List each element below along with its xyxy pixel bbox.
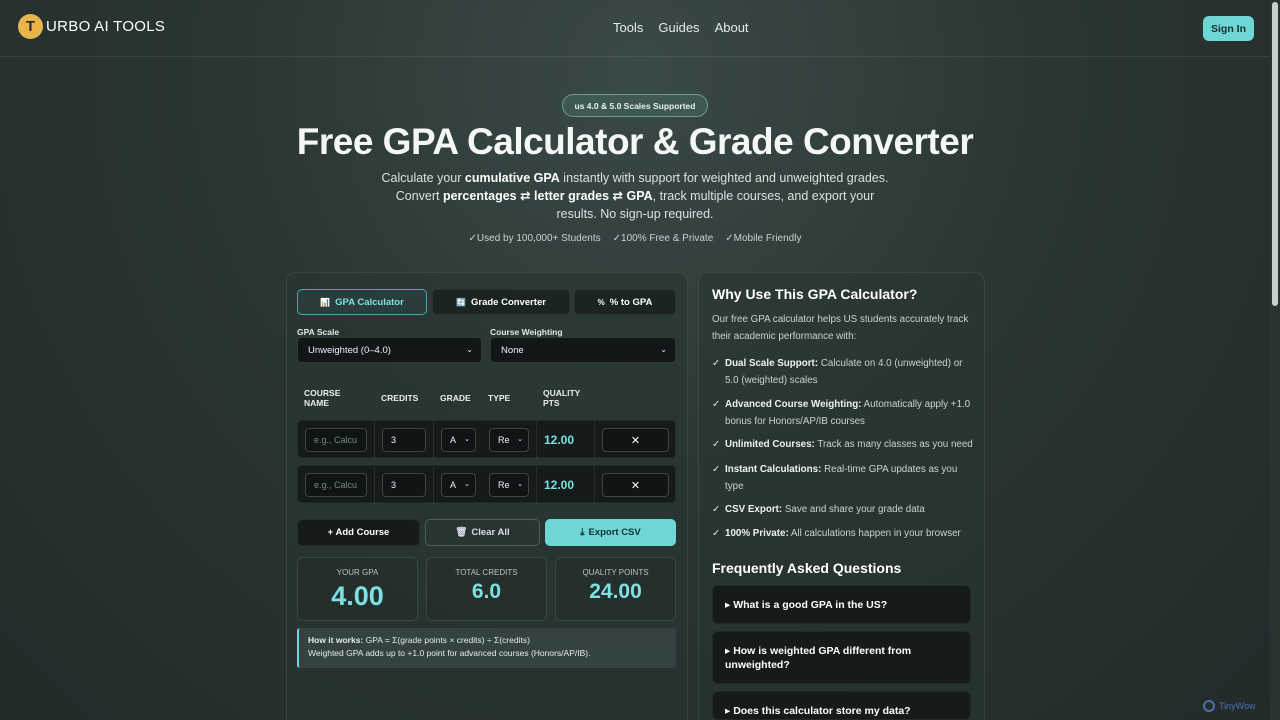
course-name-input[interactable]: e.g., Calcu — [305, 473, 367, 497]
faq-item[interactable]: ▸ What is a good GPA in the US? — [712, 585, 971, 624]
why-use-heading: Why Use This GPA Calculator? — [712, 286, 918, 302]
tab-grade-converter[interactable]: 🔄 Grade Converter — [432, 289, 570, 315]
gpa-result-value: 4.00 — [331, 581, 384, 611]
convert-icon: 🔄 — [456, 297, 466, 307]
nav-tools[interactable]: Tools — [613, 20, 643, 35]
type-select[interactable]: Re ⌄ — [489, 428, 529, 452]
chevron-down-icon: ⌄ — [466, 345, 473, 354]
quality-points-label: Quality Points — [582, 568, 649, 577]
row-divider — [433, 466, 434, 504]
how-it-works-note: How it works: GPA = Σ(grade points × cre… — [297, 628, 676, 668]
trust-item: ✓100% Free & Private — [612, 233, 714, 244]
chevron-down-icon: ⌄ — [464, 436, 470, 443]
delete-row-button[interactable]: ✕ — [602, 428, 669, 452]
logo[interactable]: T URBO AI TOOLS — [18, 14, 165, 39]
col-credits: Credits — [381, 393, 419, 403]
chevron-down-icon: ⌄ — [660, 345, 667, 354]
check-icon: ✓ — [712, 504, 721, 515]
watermark-icon — [1203, 700, 1215, 712]
col-quality-pts: Quality Pts — [543, 388, 581, 408]
trust-badges: ✓Used by 100,000+ Students ✓100% Free & … — [0, 233, 1270, 244]
export-csv-button[interactable]: ⤓ Export CSV — [545, 519, 676, 546]
chevron-down-icon: ⌄ — [517, 481, 523, 488]
scrollbar-thumb[interactable] — [1272, 2, 1278, 306]
chevron-down-icon: ⌄ — [517, 436, 523, 443]
trust-item: ✓Mobile Friendly — [725, 233, 802, 244]
course-weighting-label: Course Weighting — [490, 327, 563, 337]
row-divider — [594, 466, 595, 504]
tab-percent-to-gpa[interactable]: % % to GPA — [574, 289, 676, 315]
feature-item: ✓ Unlimited Courses: Track as many classe… — [712, 437, 974, 454]
trust-item: ✓Used by 100,000+ Students — [468, 233, 601, 244]
gpa-result-card: Your GPA 4.00 — [297, 557, 418, 621]
col-course-name: Course Name — [304, 388, 341, 408]
credits-input[interactable]: 3 — [382, 473, 426, 497]
clear-all-button[interactable]: 🗑 Clear All — [425, 519, 540, 546]
watermark: TinyWow — [1203, 700, 1256, 712]
quality-points-total: 24.00 — [589, 580, 642, 603]
check-icon: ✓ — [712, 439, 721, 450]
logo-text: URBO AI TOOLS — [46, 18, 166, 35]
col-type: Type — [488, 393, 511, 403]
percent-icon: % — [597, 297, 605, 307]
close-icon: ✕ — [630, 434, 641, 447]
scales-badge: us 4.0 & 5.0 Scales Supported — [562, 94, 708, 117]
row-divider — [433, 421, 434, 459]
grade-select[interactable]: A ⌄ — [441, 473, 476, 497]
type-select[interactable]: Re ⌄ — [489, 473, 529, 497]
quality-points-value: 12.00 — [544, 478, 575, 492]
col-grade: Grade — [440, 393, 471, 403]
check-icon: ✓ — [712, 399, 721, 410]
faq-item[interactable]: ▸ Does this calculator store my data? — [712, 691, 971, 720]
quality-points-value: 12.00 — [544, 433, 575, 447]
logo-mark-icon: T — [18, 14, 43, 39]
gpa-scale-label: GPA Scale — [297, 327, 340, 337]
grade-select[interactable]: A ⌄ — [441, 428, 476, 452]
delete-row-button[interactable]: ✕ — [602, 473, 669, 497]
add-course-button[interactable]: + Add Course — [297, 519, 420, 546]
total-credits-card: Total Credits 6.0 — [426, 557, 547, 621]
row-divider — [374, 421, 375, 459]
check-icon: ✓ — [712, 358, 721, 369]
row-divider — [536, 466, 537, 504]
nav-about[interactable]: About — [715, 20, 749, 35]
feature-item: ✓ 100% Private: All calculations happen i… — [712, 526, 974, 543]
course-name-input[interactable]: e.g., Calcu — [305, 428, 367, 452]
check-icon: ✓ — [712, 464, 721, 475]
row-divider — [536, 421, 537, 459]
chart-icon: 📊 — [320, 297, 331, 307]
faq-heading: Frequently Asked Questions — [712, 560, 902, 576]
credits-input[interactable]: 3 — [382, 428, 426, 452]
feature-item: ✓ Instant Calculations: Real-time GPA upd… — [712, 464, 958, 492]
feature-item: ✓ Advanced Course Weighting: Automaticall… — [712, 399, 971, 427]
download-icon: ⤓ — [580, 527, 585, 538]
total-credits-value: 6.0 — [471, 580, 502, 603]
sign-in-button[interactable]: Sign In — [1203, 16, 1254, 41]
nav-guides[interactable]: Guides — [658, 20, 699, 35]
main-nav: Tools Guides About — [613, 20, 749, 35]
chevron-down-icon: ⌄ — [464, 481, 470, 488]
feature-item: ✓ Dual Scale Support: Calculate on 4.0 (u… — [712, 358, 963, 386]
row-divider — [594, 421, 595, 459]
page-title: Free GPA Calculator & Grade Converter — [296, 121, 974, 162]
gpa-result-label: Your GPA — [336, 568, 379, 577]
quality-points-card: Quality Points 24.00 — [555, 557, 676, 621]
close-icon: ✕ — [630, 479, 641, 492]
feature-item: ✓ CSV Export: Save and share your grade d… — [712, 502, 974, 519]
course-weighting-select[interactable]: None ⌄ — [490, 337, 676, 363]
table-row: e.g., Calcu 3 A ⌄ Re ⌄ 12.00 ✕ — [297, 420, 676, 459]
gpa-scale-select[interactable]: Unweighted (0–4.0) ⌄ — [297, 337, 482, 363]
check-icon: ✓ — [712, 528, 721, 539]
row-divider — [374, 466, 375, 504]
table-row: e.g., Calcu 3 A ⌄ Re ⌄ 12.00 ✕ — [297, 465, 676, 504]
tab-gpa-calculator[interactable]: 📊 GPA Calculator — [297, 289, 427, 315]
site-header: T URBO AI TOOLS Tools Guides About Sign … — [0, 0, 1280, 57]
faq-item[interactable]: ▸ How is weighted GPA different from unw… — [712, 631, 971, 684]
hero-subtitle: Calculate your cumulative GPA instantly … — [381, 171, 889, 221]
why-use-intro: Our free GPA calculator helps US student… — [712, 314, 969, 342]
total-credits-label: Total Credits — [455, 568, 518, 577]
trash-icon: 🗑 — [455, 527, 468, 538]
